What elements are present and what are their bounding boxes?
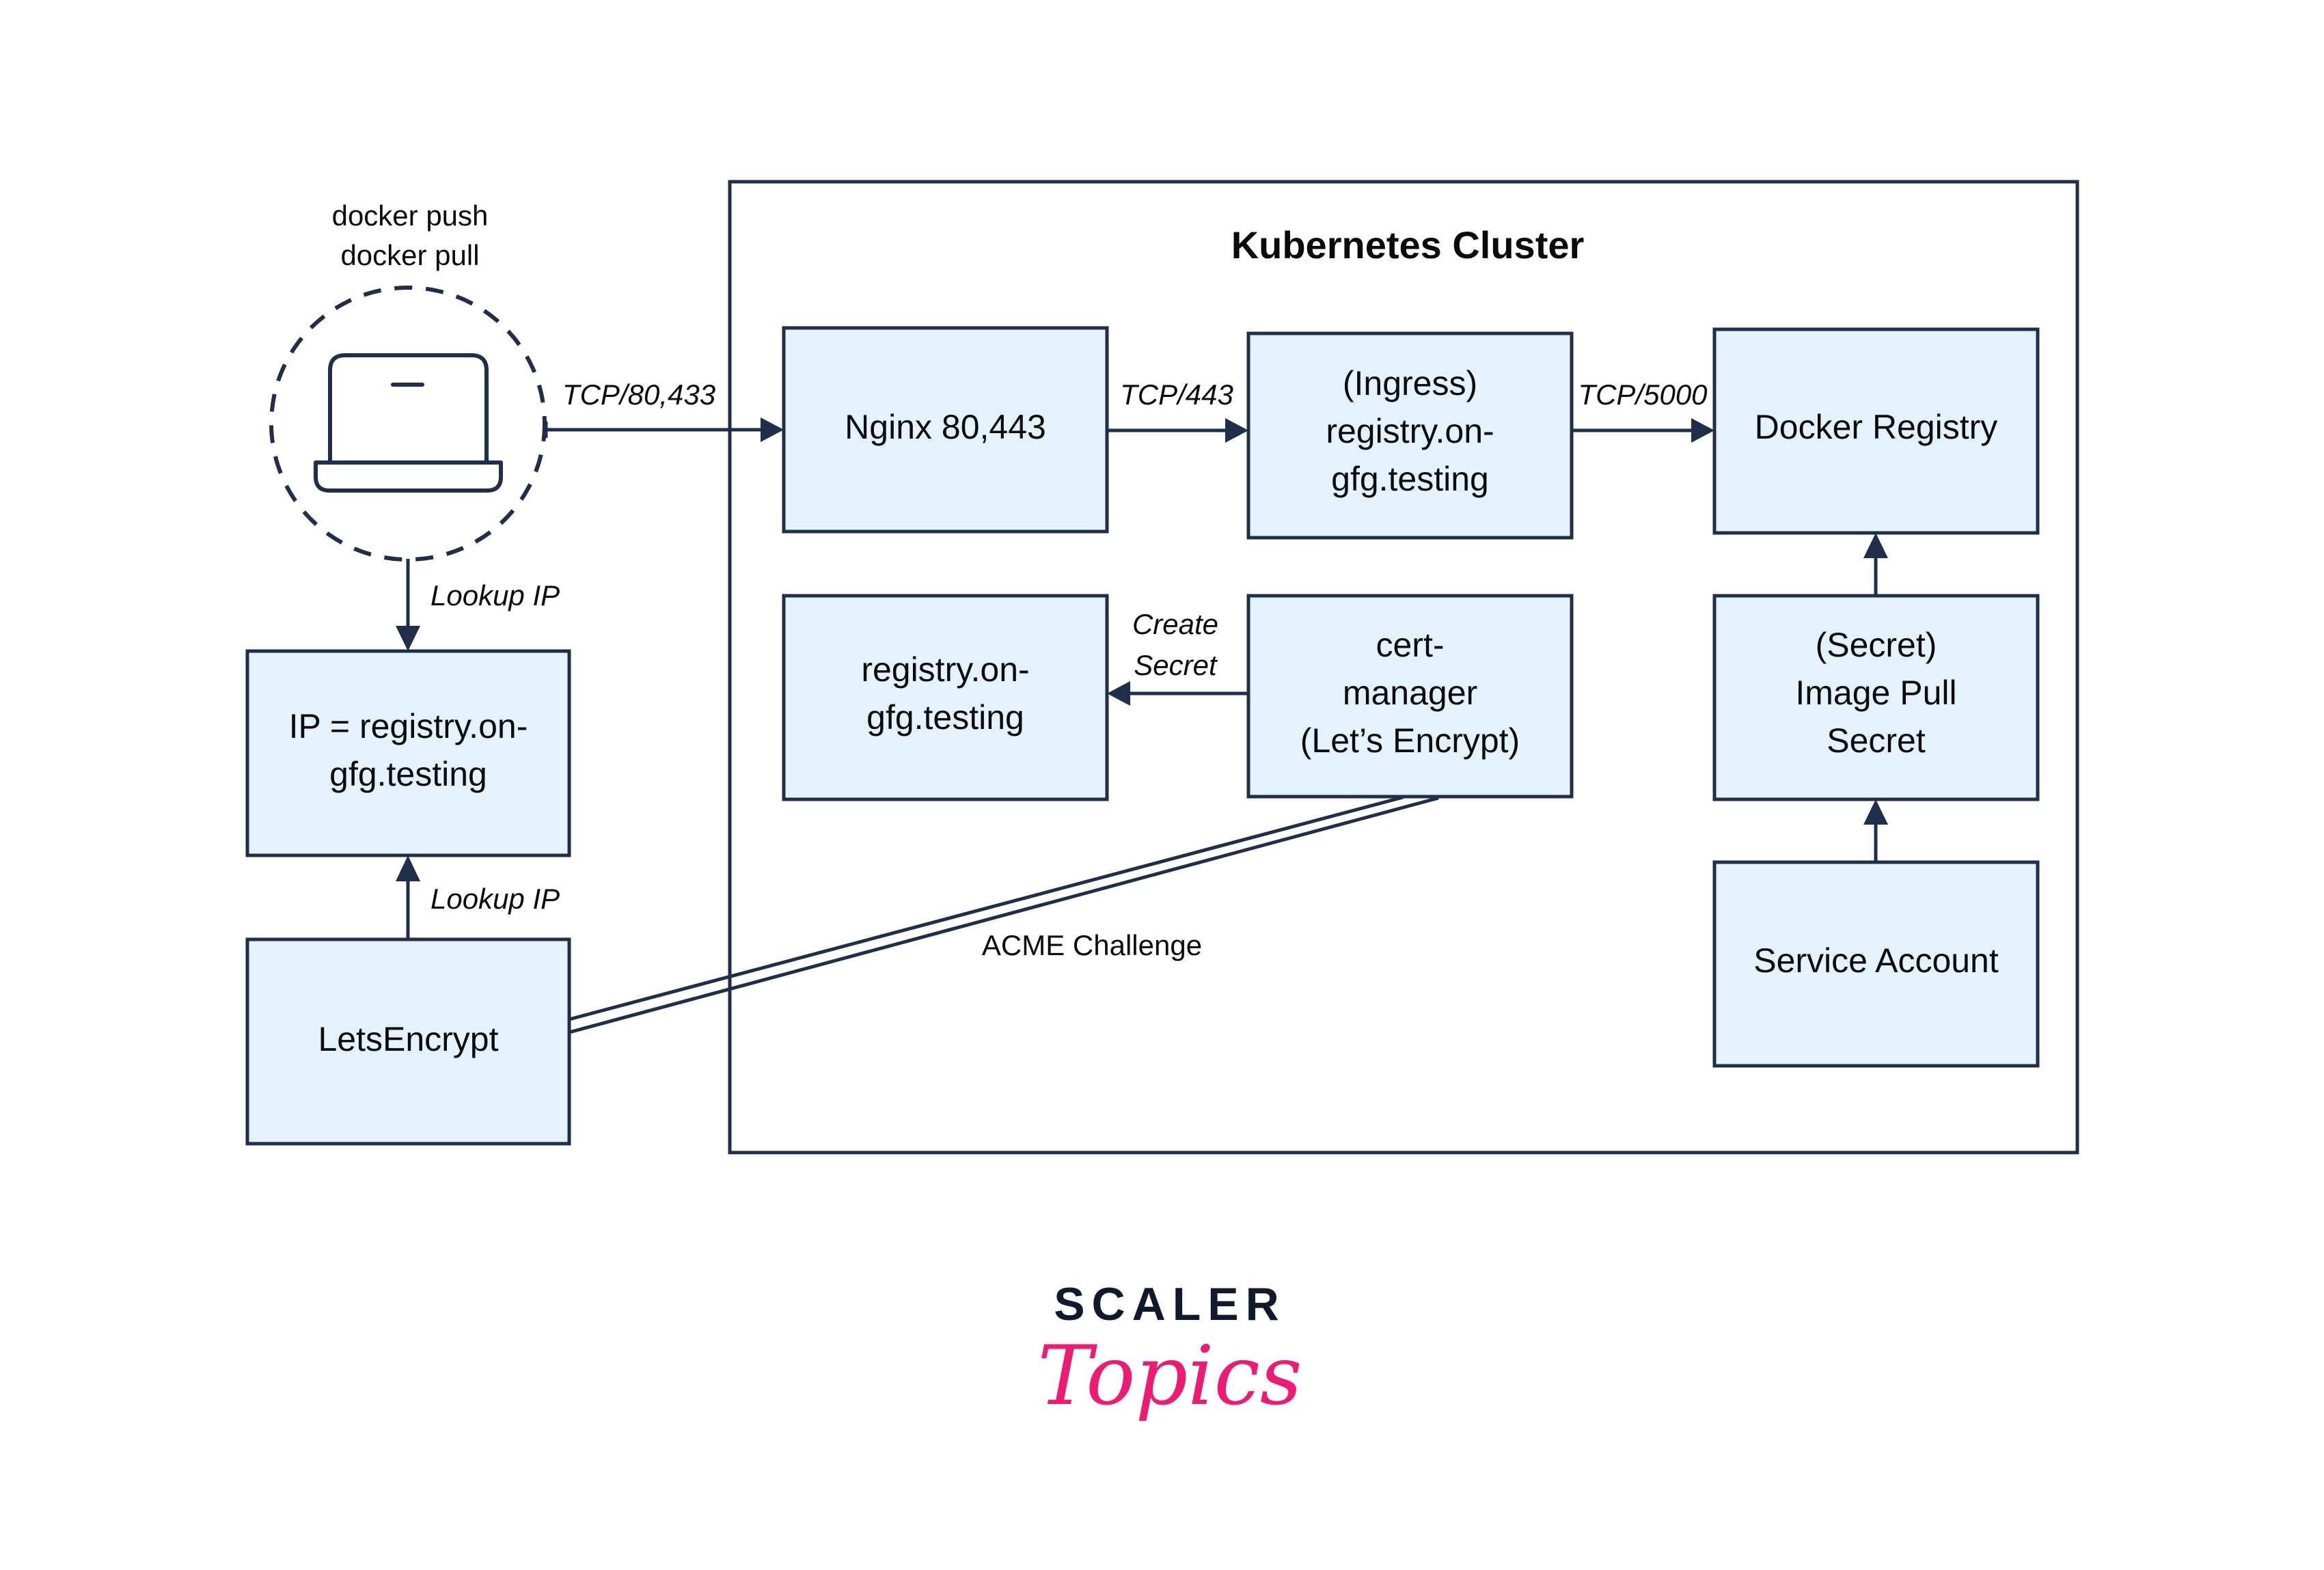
- node-ingress[interactable]: (Ingress) registry.on- gfg.testing: [1246, 331, 1574, 540]
- cluster-title: Kubernetes Cluster: [1231, 223, 1585, 266]
- node-dns-ip-line-1: IP = registry.on-: [289, 707, 528, 745]
- node-image-pull-secret-line-3: Secret: [1827, 721, 1926, 760]
- scaler-topics-logo: SCALER Topics: [1038, 1278, 1302, 1424]
- client-caption-line-2: docker pull: [340, 239, 479, 271]
- node-dns-ip-line-2: gfg.testing: [329, 755, 487, 793]
- node-ingress-line-3: gfg.testing: [1331, 460, 1489, 498]
- node-tls-secret-line-1: registry.on-: [861, 650, 1029, 689]
- node-letsencrypt[interactable]: LetsEncrypt: [245, 937, 571, 1146]
- node-cert-manager-line-2: manager: [1343, 674, 1477, 712]
- node-nginx[interactable]: Nginx 80,443: [782, 326, 1109, 534]
- edge-letsencrypt-to-dns-label: Lookup IP: [430, 883, 560, 915]
- edge-acme-challenge-label: ACME Challenge: [982, 929, 1202, 961]
- edge-cert-to-secret-label-line-1: Create: [1132, 608, 1218, 640]
- client-caption-line-1: docker push: [332, 199, 489, 232]
- edge-nginx-to-ingress-label: TCP/443: [1120, 378, 1233, 411]
- node-nginx-label: Nginx 80,443: [845, 408, 1046, 446]
- edge-client-to-nginx-label: TCP/80,433: [562, 378, 715, 411]
- node-docker-registry-label: Docker Registry: [1755, 408, 1998, 446]
- node-ingress-line-1: (Ingress): [1343, 364, 1477, 402]
- node-image-pull-secret-line-2: Image Pull: [1795, 674, 1956, 712]
- node-image-pull-secret-line-1: (Secret): [1816, 626, 1937, 664]
- node-dns-ip[interactable]: IP = registry.on- gfg.testing: [245, 649, 571, 857]
- node-ingress-line-2: registry.on-: [1326, 412, 1494, 450]
- node-cert-manager-line-1: cert-: [1376, 626, 1445, 664]
- node-cert-manager-line-3: (Let’s Encrypt): [1300, 721, 1520, 760]
- edge-cert-to-secret-label-line-2: Secret: [1134, 649, 1218, 681]
- node-image-pull-secret[interactable]: (Secret) Image Pull Secret: [1712, 594, 2040, 801]
- node-docker-registry[interactable]: Docker Registry: [1712, 327, 2040, 535]
- logo-topics-text: Topics: [1038, 1329, 1302, 1424]
- node-service-account[interactable]: Service Account: [1712, 860, 2040, 1068]
- node-service-account-label: Service Account: [1753, 941, 1999, 980]
- logo-scaler-text: SCALER: [1054, 1278, 1286, 1330]
- edge-client-to-dns-label: Lookup IP: [430, 579, 560, 611]
- architecture-diagram: docker push docker pull Kubernetes Clust…: [0, 0, 2324, 1570]
- edge-ingress-to-registry-label: TCP/5000: [1578, 378, 1708, 411]
- node-tls-secret[interactable]: registry.on- gfg.testing: [782, 594, 1109, 801]
- node-cert-manager[interactable]: cert- manager (Let’s Encrypt): [1246, 594, 1574, 799]
- node-tls-secret-line-2: gfg.testing: [866, 698, 1024, 736]
- node-letsencrypt-label: LetsEncrypt: [318, 1020, 498, 1058]
